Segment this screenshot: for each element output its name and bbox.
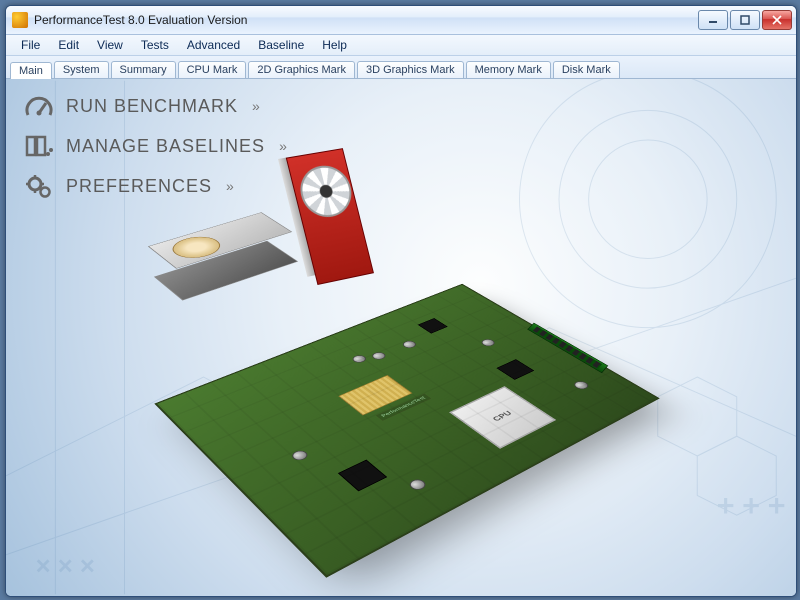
tab-disk-mark[interactable]: Disk Mark [553,61,620,78]
menubar: File Edit View Tests Advanced Baseline H… [6,35,796,56]
chip [418,318,448,333]
cpu-label: CPU [491,410,515,423]
tab-main[interactable]: Main [10,62,52,79]
app-icon [12,12,28,28]
gears-icon [24,173,54,199]
chevron-icon: » [279,138,287,154]
manage-baselines-link[interactable]: MANAGE BASELINES » [24,133,287,159]
menu-edit[interactable]: Edit [49,36,88,54]
cpu-chip: CPU [449,386,556,449]
menu-baseline[interactable]: Baseline [249,36,313,54]
menu-advanced[interactable]: Advanced [178,36,249,54]
chip [496,359,534,380]
menu-help[interactable]: Help [313,36,356,54]
minimize-button[interactable] [698,10,728,30]
tab-cpu-mark[interactable]: CPU Mark [178,61,247,78]
tab-2d-graphics-mark[interactable]: 2D Graphics Mark [248,61,355,78]
capacitor [350,354,368,364]
chevron-icon: » [252,98,260,114]
run-benchmark-link[interactable]: RUN BENCHMARK » [24,93,287,119]
menu-file[interactable]: File [12,36,49,54]
svg-text:+ + +: + + + [717,489,785,522]
manage-baselines-label: MANAGE BASELINES [66,136,265,157]
tab-memory-mark[interactable]: Memory Mark [466,61,551,78]
svg-text:× × ×: × × × [36,553,95,581]
tab-summary[interactable]: Summary [111,61,176,78]
gauge-icon [24,93,54,119]
ram-module [527,323,608,374]
heatsink [338,375,412,415]
capacitor [400,340,418,350]
window-title: PerformanceTest 8.0 Evaluation Version [34,13,698,27]
board-label: PerformanceTest [376,394,431,421]
graphics-card [286,148,374,285]
capacitor [407,478,429,492]
chip [338,460,387,492]
tabbar: Main System Summary CPU Mark 2D Graphics… [6,56,796,79]
maximize-button[interactable] [730,10,760,30]
menu-tests[interactable]: Tests [132,36,178,54]
motherboard-scene[interactable]: CPU PerformanceTest [166,179,646,579]
window-buttons [698,10,792,30]
titlebar: PerformanceTest 8.0 Evaluation Version [6,6,796,35]
tab-system[interactable]: System [54,61,109,78]
app-window: PerformanceTest 8.0 Evaluation Version F… [5,5,797,597]
close-button[interactable] [762,10,792,30]
run-benchmark-label: RUN BENCHMARK [66,96,238,117]
motherboard: CPU PerformanceTest [154,284,660,578]
capacitor [289,449,310,462]
capacitor [479,338,497,348]
menu-view[interactable]: View [88,36,132,54]
tab-3d-graphics-mark[interactable]: 3D Graphics Mark [357,61,464,78]
archive-icon [24,133,54,159]
capacitor [571,380,591,391]
capacitor [370,351,388,361]
content-area: + + + × × × RUN BENCHMARK » MANAGE BASEL… [6,79,796,596]
